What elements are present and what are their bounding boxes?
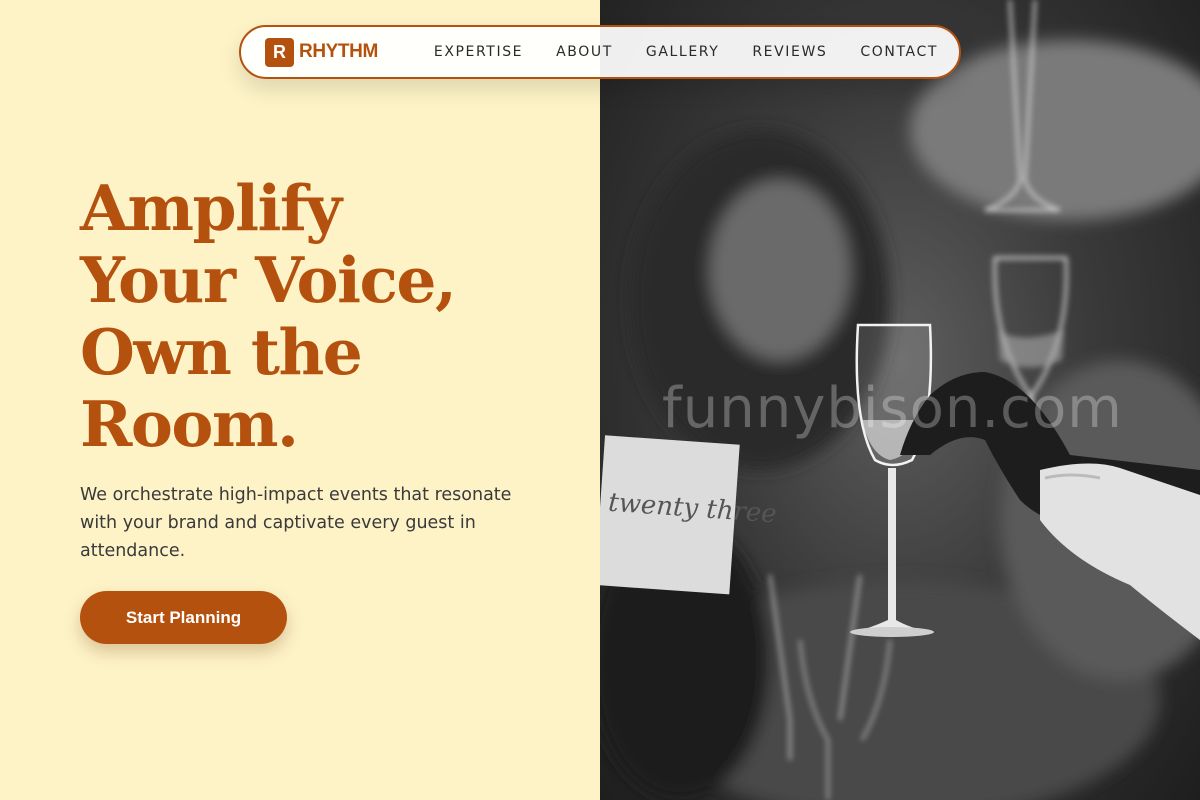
hero-title-line: Own the xyxy=(80,315,363,389)
main-navbar: R RHYTHM EXPERTISE ABOUT GALLERY REVIEWS… xyxy=(239,25,961,79)
brand-logo-link[interactable]: R RHYTHM xyxy=(265,37,378,67)
brand-name: RHYTHM xyxy=(299,41,378,62)
watermark-text: funnybison.com xyxy=(662,376,1123,441)
logo-mark: R xyxy=(265,37,294,67)
hero-title-line: Amplify xyxy=(80,171,342,245)
nav-link-expertise[interactable]: EXPERTISE xyxy=(434,44,523,60)
hero-title-line: Your Voice, xyxy=(80,243,457,317)
nav-link-reviews[interactable]: REVIEWS xyxy=(752,44,827,60)
nav-link-gallery[interactable]: GALLERY xyxy=(646,44,719,60)
start-planning-button[interactable]: Start Planning xyxy=(80,591,287,644)
nav-link-about[interactable]: ABOUT xyxy=(556,44,613,60)
hero-title-line: Room. xyxy=(80,387,299,461)
hero-title: Amplify Your Voice, Own the Room. xyxy=(80,172,540,460)
hero-photo: twenty three funnybison.com xyxy=(600,0,1200,800)
nav-link-contact[interactable]: CONTACT xyxy=(860,44,938,60)
nav-links: EXPERTISE ABOUT GALLERY REVIEWS CONTACT xyxy=(434,44,938,60)
hero-subtitle: We orchestrate high-impact events that r… xyxy=(80,485,512,561)
